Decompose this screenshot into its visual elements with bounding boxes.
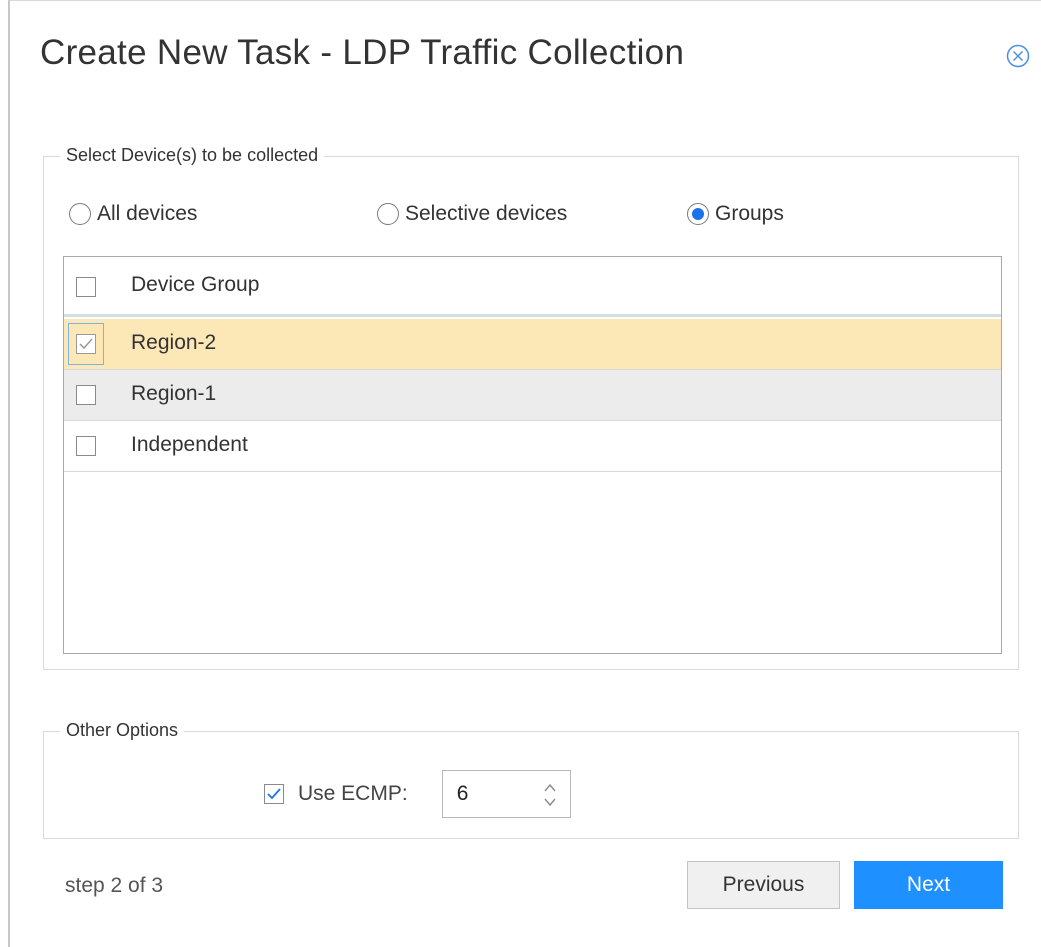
select-all-checkbox[interactable] (76, 277, 96, 297)
row-label: Region-1 (131, 382, 217, 405)
other-options-group: Other Options Use ECMP: 6 (43, 720, 1019, 839)
radio-selective-devices[interactable]: Selective devices (377, 202, 567, 226)
close-icon[interactable] (1005, 43, 1031, 69)
row-checkbox[interactable] (76, 385, 96, 405)
next-button[interactable]: Next (854, 861, 1003, 909)
row-label: Independent (131, 433, 248, 456)
table-row[interactable]: Independent (64, 421, 1001, 472)
step-indicator: step 2 of 3 (65, 874, 164, 897)
checkmark-icon (79, 338, 93, 350)
checkmark-icon (267, 788, 281, 800)
device-scope-radio-group: All devices Selective devices Groups (44, 202, 1018, 232)
use-ecmp-checkbox[interactable] (264, 784, 284, 804)
radio-label: Selective devices (405, 202, 568, 225)
use-ecmp-label: Use ECMP: (298, 782, 408, 805)
radio-circle-icon (377, 203, 399, 225)
row-checkbox[interactable] (76, 334, 96, 354)
ecmp-value: 6 (456, 782, 469, 805)
table-row[interactable]: Region-1 (64, 370, 1001, 421)
radio-label: Groups (715, 202, 784, 225)
table-row[interactable]: Region-2 (64, 319, 1001, 370)
create-task-dialog: Create New Task - LDP Traffic Collection… (8, 0, 1041, 947)
radio-circle-icon (69, 203, 91, 225)
row-label: Region-2 (131, 331, 217, 354)
device-group-table: Device Group Region-2 Region-1 Independe… (63, 256, 1002, 654)
radio-all-devices[interactable]: All devices (69, 202, 197, 226)
radio-groups[interactable]: Groups (687, 202, 784, 226)
radio-label: All devices (97, 202, 198, 225)
ecmp-value-stepper[interactable]: 6 (441, 770, 571, 818)
table-header: Device Group (64, 257, 1001, 317)
device-selection-group: Select Device(s) to be collected All dev… (43, 145, 1019, 670)
ecmp-option: Use ECMP: 6 (264, 770, 571, 818)
previous-button[interactable]: Previous (687, 861, 840, 909)
column-header-device-group: Device Group (131, 273, 260, 296)
row-checkbox[interactable] (76, 436, 96, 456)
dialog-title: Create New Task - LDP Traffic Collection (40, 33, 685, 72)
device-selection-legend: Select Device(s) to be collected (60, 145, 325, 166)
stepper-arrows-icon[interactable] (542, 780, 558, 810)
radio-selected-icon (687, 203, 709, 225)
other-options-legend: Other Options (60, 720, 185, 741)
